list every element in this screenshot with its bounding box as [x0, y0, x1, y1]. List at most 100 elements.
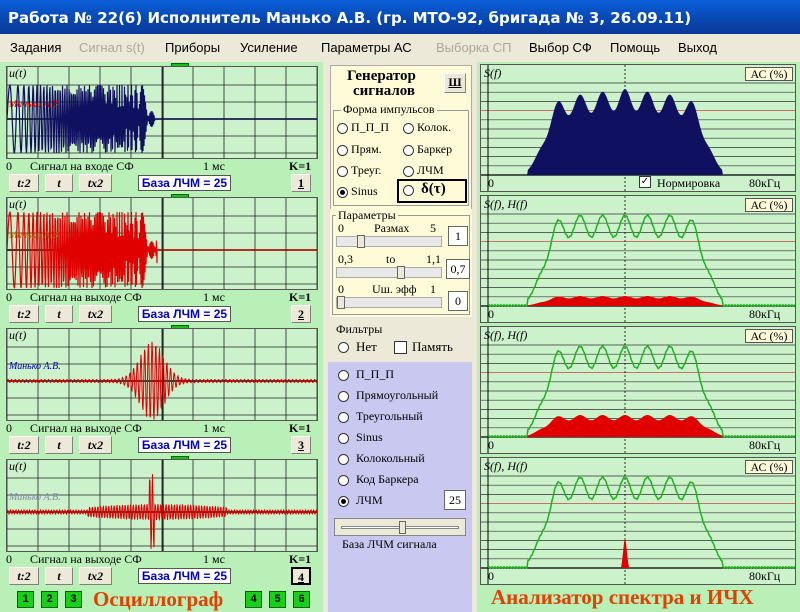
- freq-zero: 0: [488, 438, 494, 452]
- osc-screen: u(t) Манько А.В.: [6, 197, 318, 290]
- time-button[interactable]: t: [45, 567, 73, 585]
- osc-k: K=1: [289, 552, 312, 566]
- osc-grid: [7, 460, 317, 551]
- spectrum-fill: [488, 89, 795, 175]
- oscilloscope-4: u(t) Манько А.В. 0 Сигнал на выходе СФ 1 м…: [3, 456, 320, 586]
- spectrum-4: S(f), H(f) АС (%) 0 80кГц: [480, 457, 796, 585]
- channel-button-1[interactable]: 1: [291, 174, 311, 192]
- time-div2-button[interactable]: t:2: [9, 567, 39, 585]
- channel-square-3[interactable]: 3: [65, 591, 82, 608]
- menu-gain[interactable]: Усиление: [240, 40, 298, 55]
- channel-square-6[interactable]: 6: [293, 591, 310, 608]
- option-label: ЛЧМ: [417, 163, 444, 177]
- spectrum-ylabel: S(f): [484, 66, 502, 80]
- ac-button[interactable]: АС (%): [745, 329, 793, 343]
- time-x2-button[interactable]: tx2: [79, 305, 112, 323]
- radio-sinus[interactable]: [337, 187, 348, 198]
- time-x2-button[interactable]: tx2: [79, 174, 112, 192]
- option-label: Треуг.: [351, 163, 382, 177]
- filter-option: Треугольный: [356, 409, 423, 423]
- radio-filter-bell[interactable]: [338, 454, 349, 465]
- osc-ylabel: u(t): [9, 459, 27, 473]
- freq-max: 80кГц: [749, 569, 781, 583]
- radio-triangle[interactable]: [337, 166, 348, 177]
- time-x2-button[interactable]: tx2: [79, 567, 112, 585]
- parameters-group: Параметры 0 Размах 5 1 0,3 to 1,1 0,7 0 …: [330, 208, 472, 317]
- ac-button[interactable]: АС (%): [745, 198, 793, 212]
- menu-exit[interactable]: Выход: [678, 40, 717, 55]
- radio-filter-rect[interactable]: [338, 391, 349, 402]
- normalize-checkbox[interactable]: ✓: [639, 176, 651, 188]
- amplitude-slider[interactable]: [336, 235, 442, 248]
- time-div2-button[interactable]: t:2: [9, 305, 39, 323]
- oscilloscope-title: Осциллограф: [93, 587, 224, 611]
- channel-square-2[interactable]: 2: [41, 591, 58, 608]
- noise-slider[interactable]: [336, 296, 442, 309]
- oscilloscope-panel: u(t) Манько А.В. 0 Сигнал на входе СФ 1 мс…: [0, 62, 323, 612]
- menu-help[interactable]: Помощь: [610, 40, 660, 55]
- noise-label: Uш. эфф: [372, 282, 417, 296]
- osc-zero: 0: [6, 159, 12, 173]
- oscilloscope-footer: 1 2 3 Осциллограф 4 5 6: [0, 587, 323, 612]
- memory-checkbox[interactable]: [394, 341, 407, 354]
- spec-grid: [481, 458, 795, 584]
- radio-lfm[interactable]: [403, 166, 414, 177]
- oscilloscope-1: u(t) Манько А.В. 0 Сигнал на входе СФ 1 мс…: [3, 63, 320, 193]
- channel-button-2[interactable]: 2: [291, 305, 311, 323]
- channel-button-3[interactable]: 3: [291, 436, 311, 454]
- radio-filter-barker[interactable]: [338, 475, 349, 486]
- amplitude-label: Размах: [374, 221, 410, 235]
- radio-filter-lfm[interactable]: [338, 496, 349, 507]
- filter-option: Код Баркера: [356, 472, 419, 486]
- channel-square-5[interactable]: 5: [269, 591, 286, 608]
- osc-author: Манько А.В.: [9, 361, 61, 372]
- radio-rect[interactable]: [337, 145, 348, 156]
- channel-square-4[interactable]: 4: [245, 591, 262, 608]
- amplitude-value[interactable]: 1: [448, 226, 468, 246]
- noise-button[interactable]: Ш: [444, 73, 466, 93]
- radio-barker[interactable]: [403, 145, 414, 156]
- range-max: 1,1: [426, 252, 441, 266]
- menu-signal: Сигнал s(t): [79, 40, 145, 55]
- radio-ppp[interactable]: [337, 123, 348, 134]
- time-x2-button[interactable]: tx2: [79, 436, 112, 454]
- menu-filter-select[interactable]: Выбор СФ: [529, 40, 592, 55]
- time-div2-button[interactable]: t:2: [9, 436, 39, 454]
- base-lfm-label: База ЛЧМ = 25: [138, 568, 231, 584]
- radio-filter-none[interactable]: [338, 342, 349, 353]
- menu-instruments[interactable]: Приборы: [165, 40, 220, 55]
- radio-filter-ppp[interactable]: [338, 370, 349, 381]
- osc-author: Манько А.В.: [9, 230, 61, 241]
- osc-time: 1 мс: [203, 421, 225, 435]
- lfm-base-slider[interactable]: [334, 518, 466, 536]
- filters-group: Фильтры Нет Память П_П_П Прямоугольный Т…: [328, 322, 472, 612]
- channel-square-1[interactable]: 1: [17, 591, 34, 608]
- menu-params-ac[interactable]: Параметры АС: [321, 40, 412, 55]
- radio-filter-triangle[interactable]: [338, 412, 349, 423]
- menu-tasks[interactable]: Задания: [10, 40, 61, 55]
- radio-filter-sinus[interactable]: [338, 433, 349, 444]
- radio-bell[interactable]: [403, 123, 414, 134]
- duration-label: to: [386, 252, 396, 266]
- lfm-base-value[interactable]: 25: [444, 490, 466, 510]
- time-button[interactable]: t: [45, 436, 73, 454]
- radio-delta[interactable]: [403, 185, 414, 196]
- ac-button[interactable]: АС (%): [745, 460, 793, 474]
- spectrum-ylabel: S(f), H(f): [484, 197, 528, 211]
- control-panel: Генератор сигналов Ш Форма импульсов П_П…: [324, 62, 476, 612]
- noise-value[interactable]: 0: [448, 291, 468, 311]
- base-lfm-label: База ЛЧМ = 25: [138, 437, 231, 453]
- time-button[interactable]: t: [45, 174, 73, 192]
- time-button[interactable]: t: [45, 305, 73, 323]
- ac-button[interactable]: АС (%): [745, 67, 793, 81]
- freq-max: 80кГц: [749, 307, 781, 321]
- pulse-shape-label: Форма импульсов: [341, 102, 437, 117]
- option-label: Колок.: [417, 120, 452, 134]
- duration-value[interactable]: 0,7: [446, 259, 470, 279]
- option-label: Sinus: [351, 184, 378, 198]
- duration-slider[interactable]: [336, 266, 442, 279]
- channel-button-4[interactable]: 4: [291, 567, 311, 585]
- oscilloscope-3: u(t) Манько А.В. 0 Сигнал на выходе СФ 1 м…: [3, 325, 320, 455]
- time-div2-button[interactable]: t:2: [9, 174, 39, 192]
- spectrum-ylabel: S(f), H(f): [484, 328, 528, 342]
